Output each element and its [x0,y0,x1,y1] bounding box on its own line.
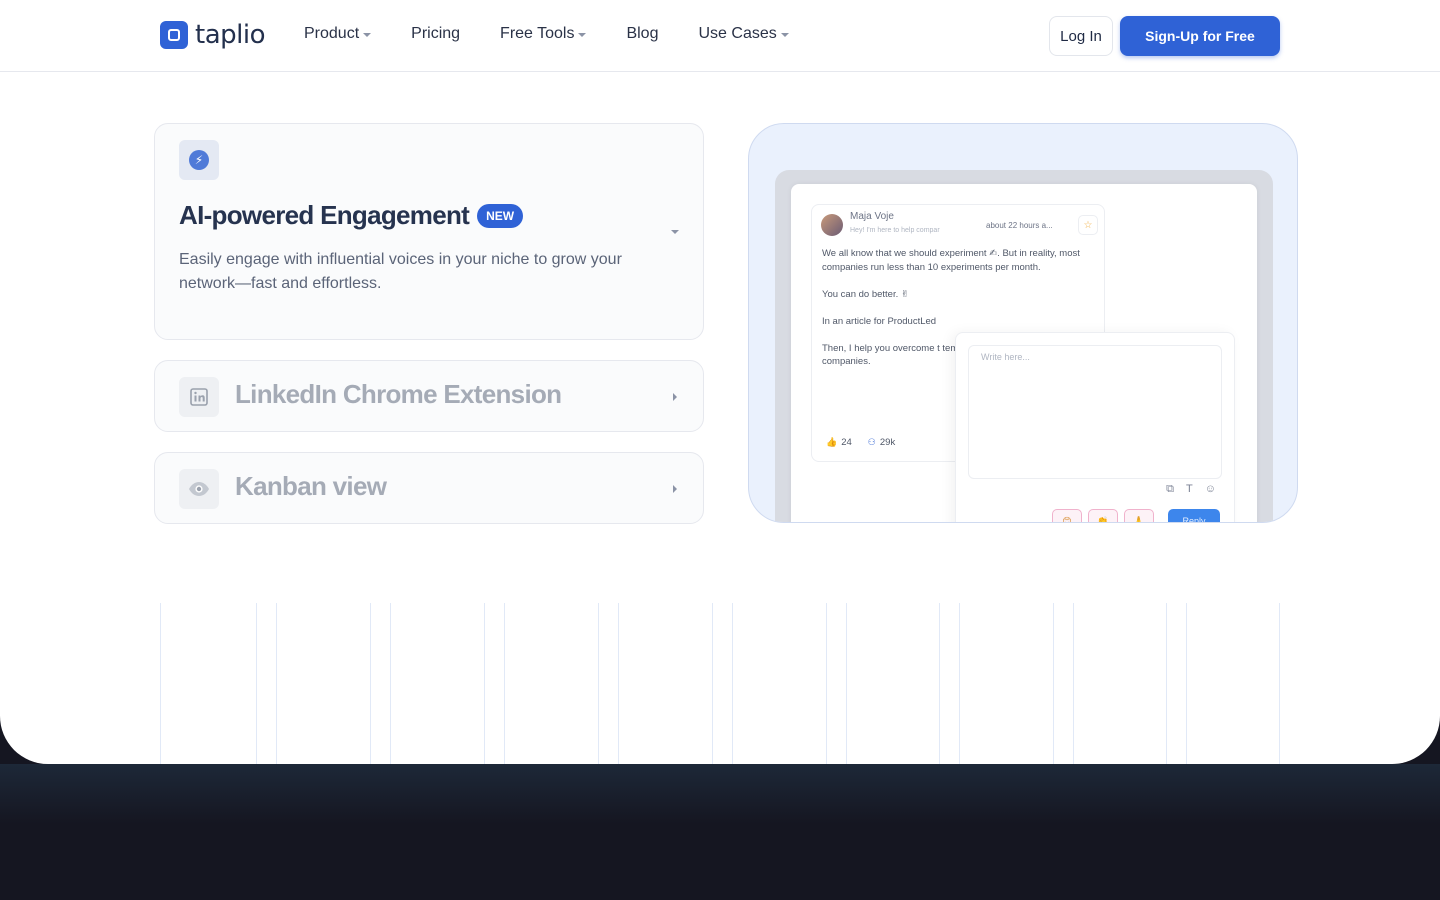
feature-card-ai-engagement[interactable]: ⚡ AI-powered Engagement NEW Easily engag… [154,123,704,340]
likes-count: 24 [841,437,852,448]
nav-label: Use Cases [698,25,777,42]
guide-line [504,603,505,764]
guide-line [846,603,847,764]
post-paragraph: You can do better. ✌ [822,288,909,300]
site-header: taplio Product Pricing Free Tools Blog U… [0,0,1440,72]
emoji-button[interactable]: 😊 [1052,509,1082,522]
logo-text: taplio [195,20,266,50]
nav-item-use-cases[interactable]: Use Cases [698,25,789,43]
taplio-logo[interactable]: taplio [160,20,266,50]
background-guide-lines [0,603,1440,764]
post-timestamp: about 22 hours a... [986,221,1053,230]
nav-item-product[interactable]: Product [304,25,372,43]
preview-window: Maja Voje Hey! I'm here to help compar a… [791,184,1257,522]
guide-line [598,603,599,764]
person-icon: ⚇ [867,437,876,447]
guide-line [160,603,161,764]
guide-line [1073,603,1074,764]
nav-item-free-tools[interactable]: Free Tools [500,25,587,43]
post-paragraph: In an article for ProductLed [822,315,937,327]
feature-title: AI-powered Engagement [179,200,470,230]
eye-icon [179,469,219,509]
emoji-reactions: 😊 👏 🙏 Reply [1052,509,1220,522]
star-icon[interactable]: ☆ [1078,215,1098,235]
nav-item-blog[interactable]: Blog [626,25,658,43]
guide-line [1166,603,1167,764]
logo-icon [160,21,188,49]
followers-count: 29k [879,437,896,448]
linkedin-icon [179,377,219,417]
login-button[interactable]: Log In [1049,16,1113,56]
feature-card-linkedin-extension[interactable]: LinkedIn Chrome Extension [154,360,704,432]
reply-toolbar: ⧉ T ☺ [1166,483,1216,496]
guide-line [1186,603,1187,764]
reply-button[interactable]: Reply [1168,509,1220,522]
post-author: Maja Voje [850,211,894,222]
guide-line [732,603,733,764]
guide-line [1053,603,1054,764]
feature-card-kanban[interactable]: Kanban view [154,452,704,524]
post-paragraph: We all know that we should experiment ✍.… [822,248,1080,273]
guide-line [618,603,619,764]
bolt-icon: ⚡ [189,150,209,170]
nav-label: Blog [626,25,659,42]
guide-line [826,603,827,764]
guide-line [712,603,713,764]
emoji-button[interactable]: 🙏 [1124,509,1154,522]
reply-composer: Write here... ⧉ T ☺ 😊 👏 🙏 Reply [955,332,1235,522]
text-format-icon[interactable]: T [1186,483,1193,496]
followers-stat: ⚇ 29k [868,437,895,448]
guide-line [370,603,371,764]
copy-icon[interactable]: ⧉ [1166,483,1174,496]
guide-line [276,603,277,764]
guide-line [1279,603,1280,764]
chevron-down-icon [780,33,789,37]
chevron-down-icon [363,33,372,37]
reply-placeholder: Write here... [981,352,1030,362]
signup-button[interactable]: Sign-Up for Free [1120,16,1280,56]
nav-label: Pricing [411,25,461,42]
page-surface: taplio Product Pricing Free Tools Blog U… [0,0,1440,764]
footer-dark-band [0,764,1440,824]
chevron-right-icon [673,485,677,493]
post-stats: 👍 24 ⚇ 29k [826,437,895,448]
emoji-icon[interactable]: ☺ [1205,483,1216,496]
feature-title-row: AI-powered Engagement NEW [179,200,524,231]
reply-input[interactable]: Write here... [968,345,1222,479]
feature-description: Easily engage with influential voices in… [179,251,622,292]
guide-line [484,603,485,764]
likes-stat: 👍 24 [826,437,852,448]
guide-line [256,603,257,764]
chevron-right-icon [673,393,677,401]
avatar [821,214,843,236]
feature-preview-panel: Maja Voje Hey! I'm here to help compar a… [748,123,1298,523]
guide-line [959,603,960,764]
feature-title: Kanban view [235,471,387,501]
feature-title: LinkedIn Chrome Extension [235,379,562,409]
chevron-down-icon [671,230,679,234]
emoji-button[interactable]: 👏 [1088,509,1118,522]
thumbs-up-icon: 👍 [826,437,838,447]
nav-item-pricing[interactable]: Pricing [411,25,460,43]
nav-label: Free Tools [500,25,575,42]
new-badge: NEW [477,203,524,228]
post-author-headline: Hey! I'm here to help compar [850,227,940,234]
nav-label: Product [304,25,360,42]
guide-line [939,603,940,764]
main-nav: Product Pricing Free Tools Blog Use Case… [304,25,789,43]
chevron-down-icon [578,33,587,37]
guide-line [390,603,391,764]
feature-icon-box: ⚡ [179,140,219,180]
